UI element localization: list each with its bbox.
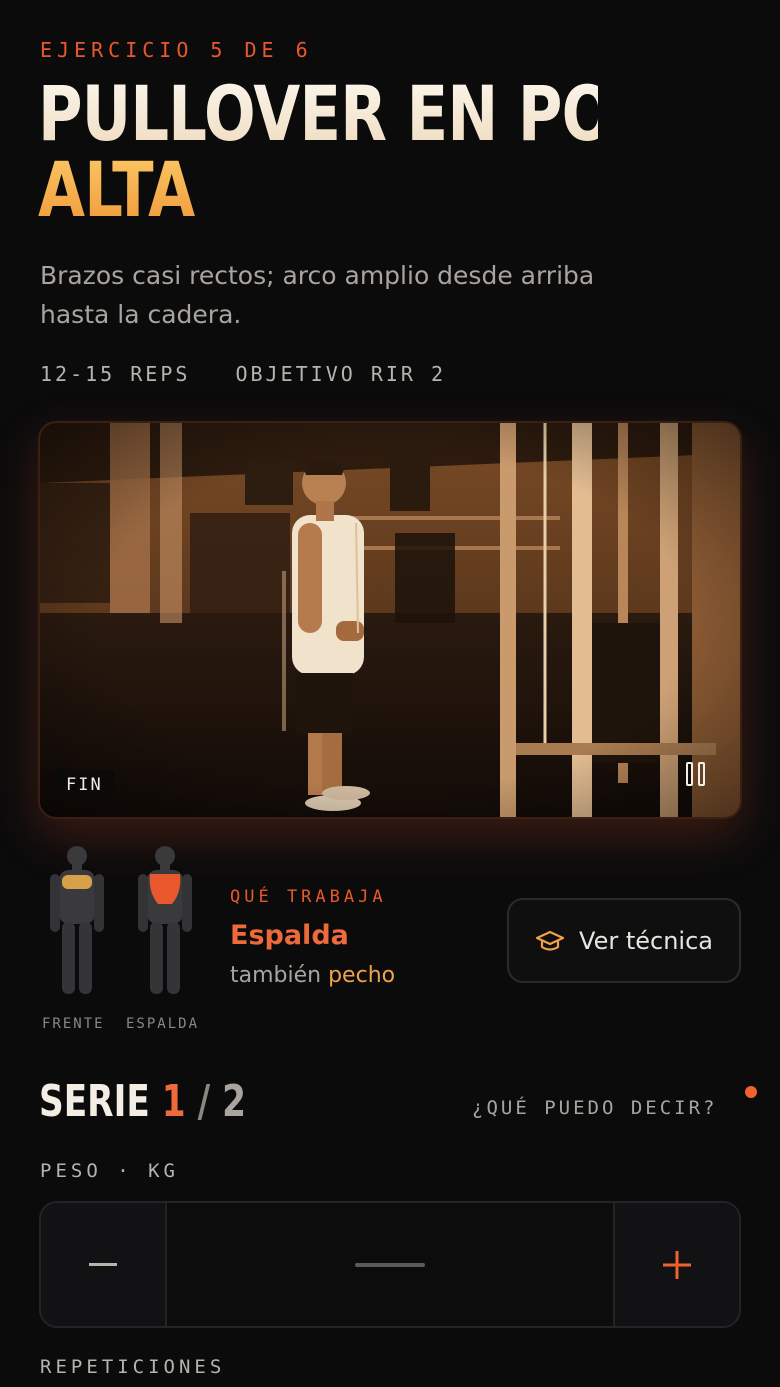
reps-label: REPETICIONES [40, 1356, 226, 1378]
exercise-meta: 12-15 REPS OBJETIVO RIR 2 [40, 362, 446, 386]
video-end-badge: FIN [54, 769, 115, 801]
graduation-cap-icon [535, 930, 565, 951]
weight-label: PESO · KG [40, 1160, 179, 1182]
secondary-prefix: también [230, 963, 322, 988]
weight-increase-button[interactable] [613, 1203, 739, 1326]
rir-target: OBJETIVO RIR 2 [235, 362, 447, 386]
voice-help-link[interactable]: ¿QUÉ PUEDO DECIR? [472, 1097, 717, 1119]
title-line-2: ALTA [38, 152, 598, 228]
back-label: ESPALDA [126, 1016, 200, 1032]
weight-decrease-button[interactable] [41, 1203, 167, 1326]
secondary-muscle: pecho [328, 963, 396, 988]
exercise-progress: EJERCICIO 5 DE 6 [40, 38, 313, 62]
minus-icon [89, 1262, 117, 1266]
weight-stepper [39, 1201, 741, 1328]
set-current: 1 [161, 1076, 186, 1127]
pause-button[interactable] [674, 753, 716, 795]
view-technique-button[interactable]: Ver técnica [507, 898, 741, 983]
notification-dot [745, 1086, 757, 1098]
video-frame [40, 423, 740, 817]
exercise-video[interactable]: FIN [38, 421, 742, 819]
view-technique-label: Ver técnica [579, 926, 713, 955]
secondary-muscle-line: también pecho [230, 963, 395, 988]
exercise-title: PULLOVER EN POLEA ALTA [38, 69, 738, 228]
works-eyebrow: QUÉ TRABAJA [230, 887, 387, 907]
exercise-description: Brazos casi rectos; arco amplio desde ar… [40, 261, 595, 329]
primary-muscle: Espalda [230, 920, 349, 951]
set-label: SERIE [39, 1076, 150, 1127]
set-total: 2 [222, 1076, 246, 1127]
back-body-icon [138, 846, 192, 994]
title-line-1: PULLOVER EN POLEA [38, 69, 738, 158]
plus-icon [663, 1250, 691, 1279]
reps-range: 12-15 REPS [40, 362, 191, 386]
front-label: FRENTE [42, 1016, 105, 1032]
pause-icon [685, 762, 693, 786]
weight-value-input[interactable] [167, 1203, 613, 1326]
set-counter: SERIE 1 / 2 [39, 1076, 246, 1127]
empty-value-dash [355, 1262, 425, 1267]
set-separator: / [197, 1076, 211, 1127]
front-body-icon [50, 846, 104, 994]
pause-icon-bar [697, 762, 705, 786]
